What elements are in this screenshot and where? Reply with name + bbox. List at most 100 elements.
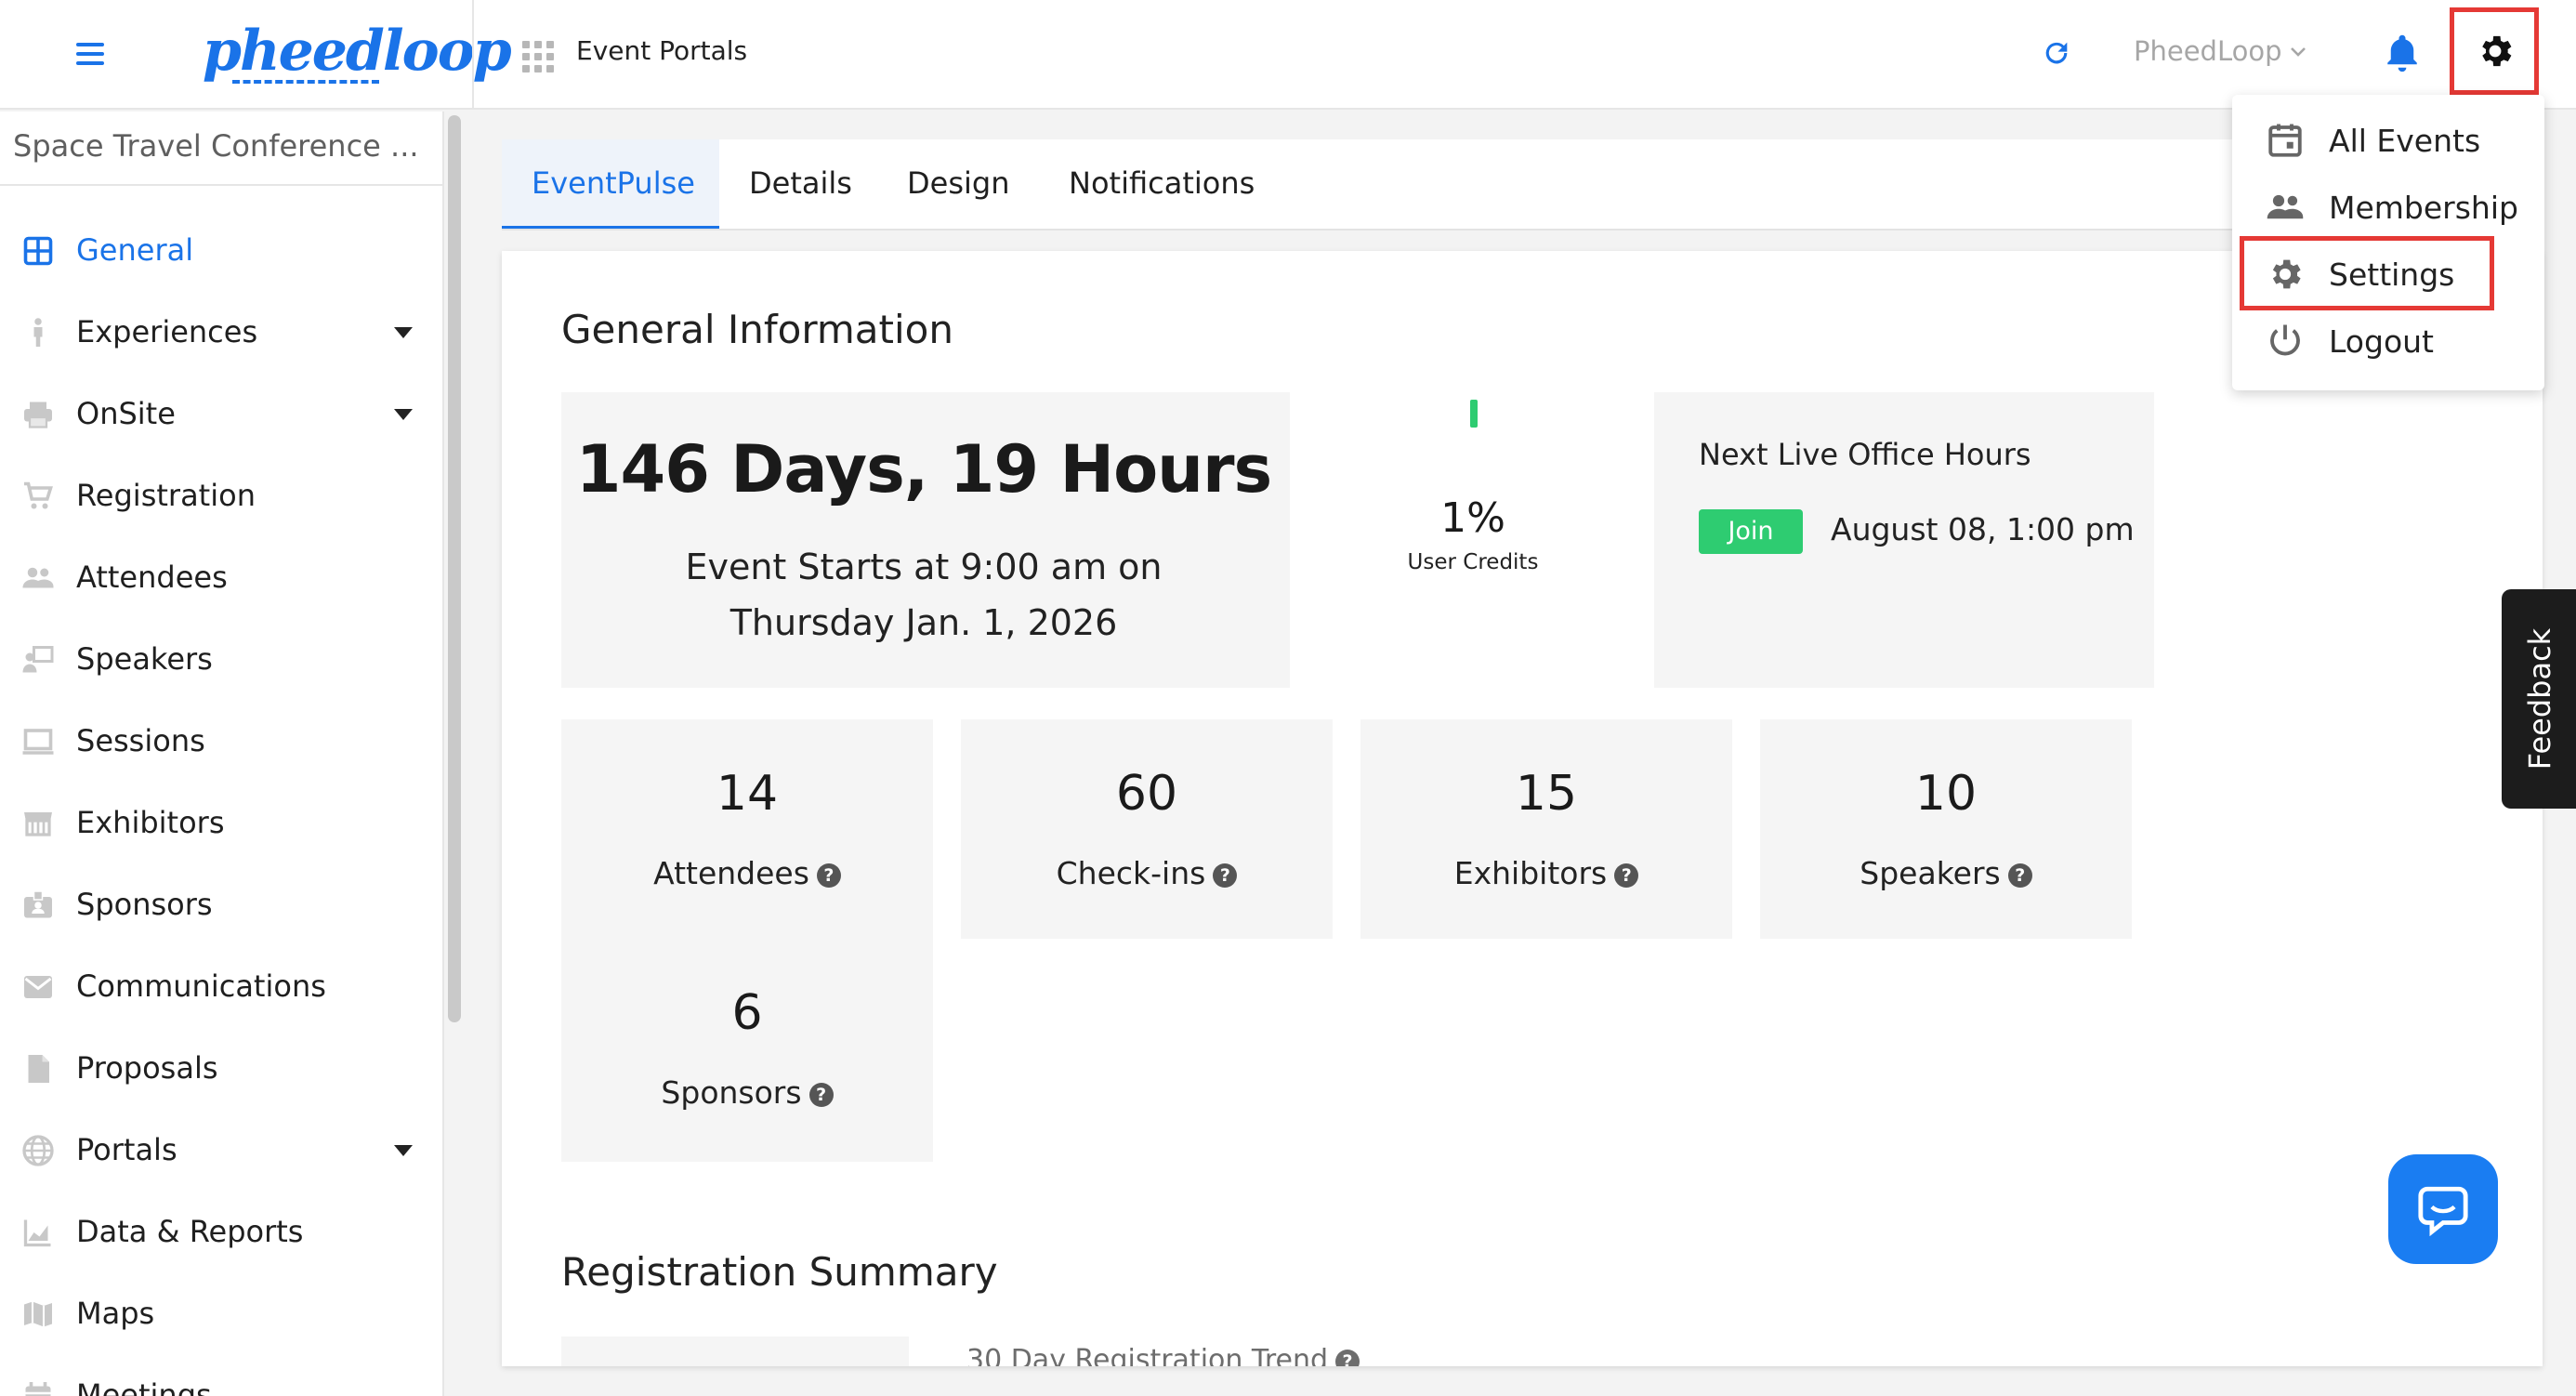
feedback-tab[interactable]: Feedback bbox=[2502, 589, 2576, 809]
portal-title: Event Portals bbox=[576, 35, 748, 66]
badge-icon bbox=[24, 890, 52, 918]
stat-label-row: Check-ins? bbox=[961, 855, 1333, 891]
sidebar-item-label: Experiences bbox=[76, 314, 258, 349]
stat-label-row: Exhibitors? bbox=[1360, 855, 1732, 891]
menu-item-membership[interactable]: Membership bbox=[2232, 173, 2544, 240]
stat-card-attendees[interactable]: 14 Attendees? bbox=[561, 719, 933, 939]
sidebar-item-registration[interactable]: Registration bbox=[0, 455, 442, 537]
chat-launcher-button[interactable] bbox=[2388, 1154, 2498, 1264]
sidebar-item-label: General bbox=[76, 232, 194, 268]
sidebar-item-label: Data & Reports bbox=[76, 1214, 304, 1249]
user-credits-label: User Credits bbox=[1407, 550, 1539, 574]
office-hours-date: August 08, 1:00 pm bbox=[1831, 511, 2135, 547]
tab-eventpulse[interactable]: EventPulse bbox=[502, 139, 719, 229]
people-icon bbox=[22, 567, 54, 588]
sidebar-item-exhibitors[interactable]: Exhibitors bbox=[0, 783, 442, 864]
menu-item-label: All Events bbox=[2329, 123, 2481, 159]
stat-label-row: Speakers? bbox=[1760, 855, 2132, 891]
sidebar-item-label: Registration bbox=[76, 478, 256, 513]
help-icon[interactable]: ? bbox=[1335, 1349, 1360, 1366]
sidebar-item-meetings[interactable]: Meetings bbox=[0, 1355, 442, 1396]
document-icon bbox=[28, 1055, 49, 1083]
chart-icon bbox=[23, 1219, 51, 1247]
menu-item-all-events[interactable]: All Events bbox=[2232, 106, 2544, 173]
map-icon bbox=[24, 1301, 52, 1327]
sidebar-divider bbox=[0, 184, 442, 186]
section-title-registration: Registration Summary bbox=[561, 1249, 998, 1295]
caret-down-icon[interactable] bbox=[394, 327, 413, 338]
pheedloop-logo[interactable]: pheedloop bbox=[203, 19, 512, 84]
sidebar-item-label: Meetings bbox=[76, 1377, 212, 1396]
sidebar-item-communications[interactable]: Communications bbox=[0, 946, 442, 1028]
stat-value: 10 bbox=[1914, 766, 1978, 822]
tab-notifications[interactable]: Notifications bbox=[1069, 139, 1255, 229]
registration-panel bbox=[561, 1337, 909, 1366]
calendar-icon bbox=[25, 1382, 51, 1396]
user-credits-bar bbox=[1470, 400, 1478, 428]
people-icon bbox=[2267, 194, 2304, 219]
stat-label-row: Sponsors? bbox=[561, 1074, 933, 1111]
organization-selector[interactable]: PheedLoop bbox=[2134, 35, 2282, 67]
mail-icon bbox=[24, 976, 52, 998]
event-start-line-2: Thursday Jan. 1, 2026 bbox=[729, 602, 1118, 643]
stat-card-exhibitors[interactable]: 15 Exhibitors? bbox=[1360, 719, 1732, 939]
sidebar-nav: General Experiences OnSite Registration … bbox=[0, 210, 442, 1396]
stat-value: 60 bbox=[1115, 766, 1178, 822]
help-icon[interactable]: ? bbox=[1213, 863, 1238, 888]
top-header: pheedloop Event Portals PheedLoop bbox=[0, 0, 2576, 110]
sidebar-item-label: Communications bbox=[76, 968, 326, 1004]
stat-label: Sponsors bbox=[661, 1074, 802, 1111]
chat-icon bbox=[2418, 1186, 2468, 1236]
menu-item-logout[interactable]: Logout bbox=[2232, 307, 2544, 374]
sidebar-item-maps[interactable]: Maps bbox=[0, 1273, 442, 1355]
sidebar-item-label: Portals bbox=[76, 1132, 177, 1167]
tab-details[interactable]: Details bbox=[749, 139, 852, 229]
sidebar-scrollbar[interactable] bbox=[448, 115, 461, 1022]
sidebar-item-data-reports[interactable]: Data & Reports bbox=[0, 1192, 442, 1273]
sidebar-item-sponsors[interactable]: Sponsors bbox=[0, 864, 442, 946]
sidebar-item-label: Exhibitors bbox=[76, 805, 225, 840]
sidebar-item-sessions[interactable]: Sessions bbox=[0, 701, 442, 783]
refresh-icon[interactable] bbox=[2041, 37, 2072, 69]
caret-down-icon[interactable] bbox=[394, 1145, 413, 1156]
printer-icon bbox=[24, 402, 52, 428]
help-icon[interactable]: ? bbox=[2007, 863, 2032, 888]
menu-item-label: Membership bbox=[2329, 190, 2518, 226]
presenter-icon bbox=[22, 646, 54, 673]
sidebar-item-experiences[interactable]: Experiences bbox=[0, 292, 442, 374]
stat-label-row: Attendees? bbox=[561, 855, 933, 891]
help-icon[interactable]: ? bbox=[1614, 863, 1639, 888]
stat-value: 14 bbox=[716, 766, 779, 822]
help-icon[interactable]: ? bbox=[808, 1082, 834, 1107]
countdown-panel: 146 Days, 19 Hours Event Starts at 9:00 … bbox=[561, 392, 1290, 688]
logo-underline bbox=[232, 80, 379, 84]
sidebar-item-proposals[interactable]: Proposals bbox=[0, 1028, 442, 1110]
stat-card-speakers[interactable]: 10 Speakers? bbox=[1760, 719, 2132, 939]
chevron-down-icon[interactable] bbox=[2284, 41, 2312, 63]
settings-gear-button[interactable] bbox=[2450, 7, 2539, 95]
sidebar-item-label: Attendees bbox=[76, 560, 228, 595]
event-name[interactable]: Space Travel Conference ... bbox=[13, 128, 422, 164]
sidebar-item-speakers[interactable]: Speakers bbox=[0, 619, 442, 701]
stat-label: Check-ins bbox=[1056, 855, 1206, 891]
sidebar-item-onsite[interactable]: OnSite bbox=[0, 374, 442, 455]
join-button[interactable]: Join bbox=[1699, 509, 1803, 554]
gear-icon bbox=[2482, 35, 2512, 67]
apps-grid-icon[interactable] bbox=[522, 41, 554, 72]
hamburger-menu-icon[interactable] bbox=[76, 43, 104, 65]
stat-card-sponsors[interactable]: 6 Sponsors? bbox=[561, 939, 933, 1162]
notification-bell-icon[interactable] bbox=[2383, 32, 2422, 74]
caret-down-icon[interactable] bbox=[394, 409, 413, 420]
general-information-card: General Information 146 Days, 19 Hours E… bbox=[502, 251, 2543, 1366]
sidebar-item-portals[interactable]: Portals bbox=[0, 1110, 442, 1192]
sidebar-item-attendees[interactable]: Attendees bbox=[0, 537, 442, 619]
registration-trend-label: 30 Day Registration Trend? bbox=[966, 1344, 1360, 1366]
sidebar-item-general[interactable]: General bbox=[0, 210, 442, 292]
countdown-value: 146 Days, 19 Hours bbox=[575, 431, 1272, 507]
help-icon[interactable]: ? bbox=[816, 863, 841, 888]
globe-icon bbox=[22, 1135, 54, 1166]
tab-design[interactable]: Design bbox=[907, 139, 1009, 229]
sidebar-item-label: Proposals bbox=[76, 1050, 218, 1086]
stat-value: 15 bbox=[1515, 766, 1578, 822]
stat-card-checkins[interactable]: 60 Check-ins? bbox=[961, 719, 1333, 939]
